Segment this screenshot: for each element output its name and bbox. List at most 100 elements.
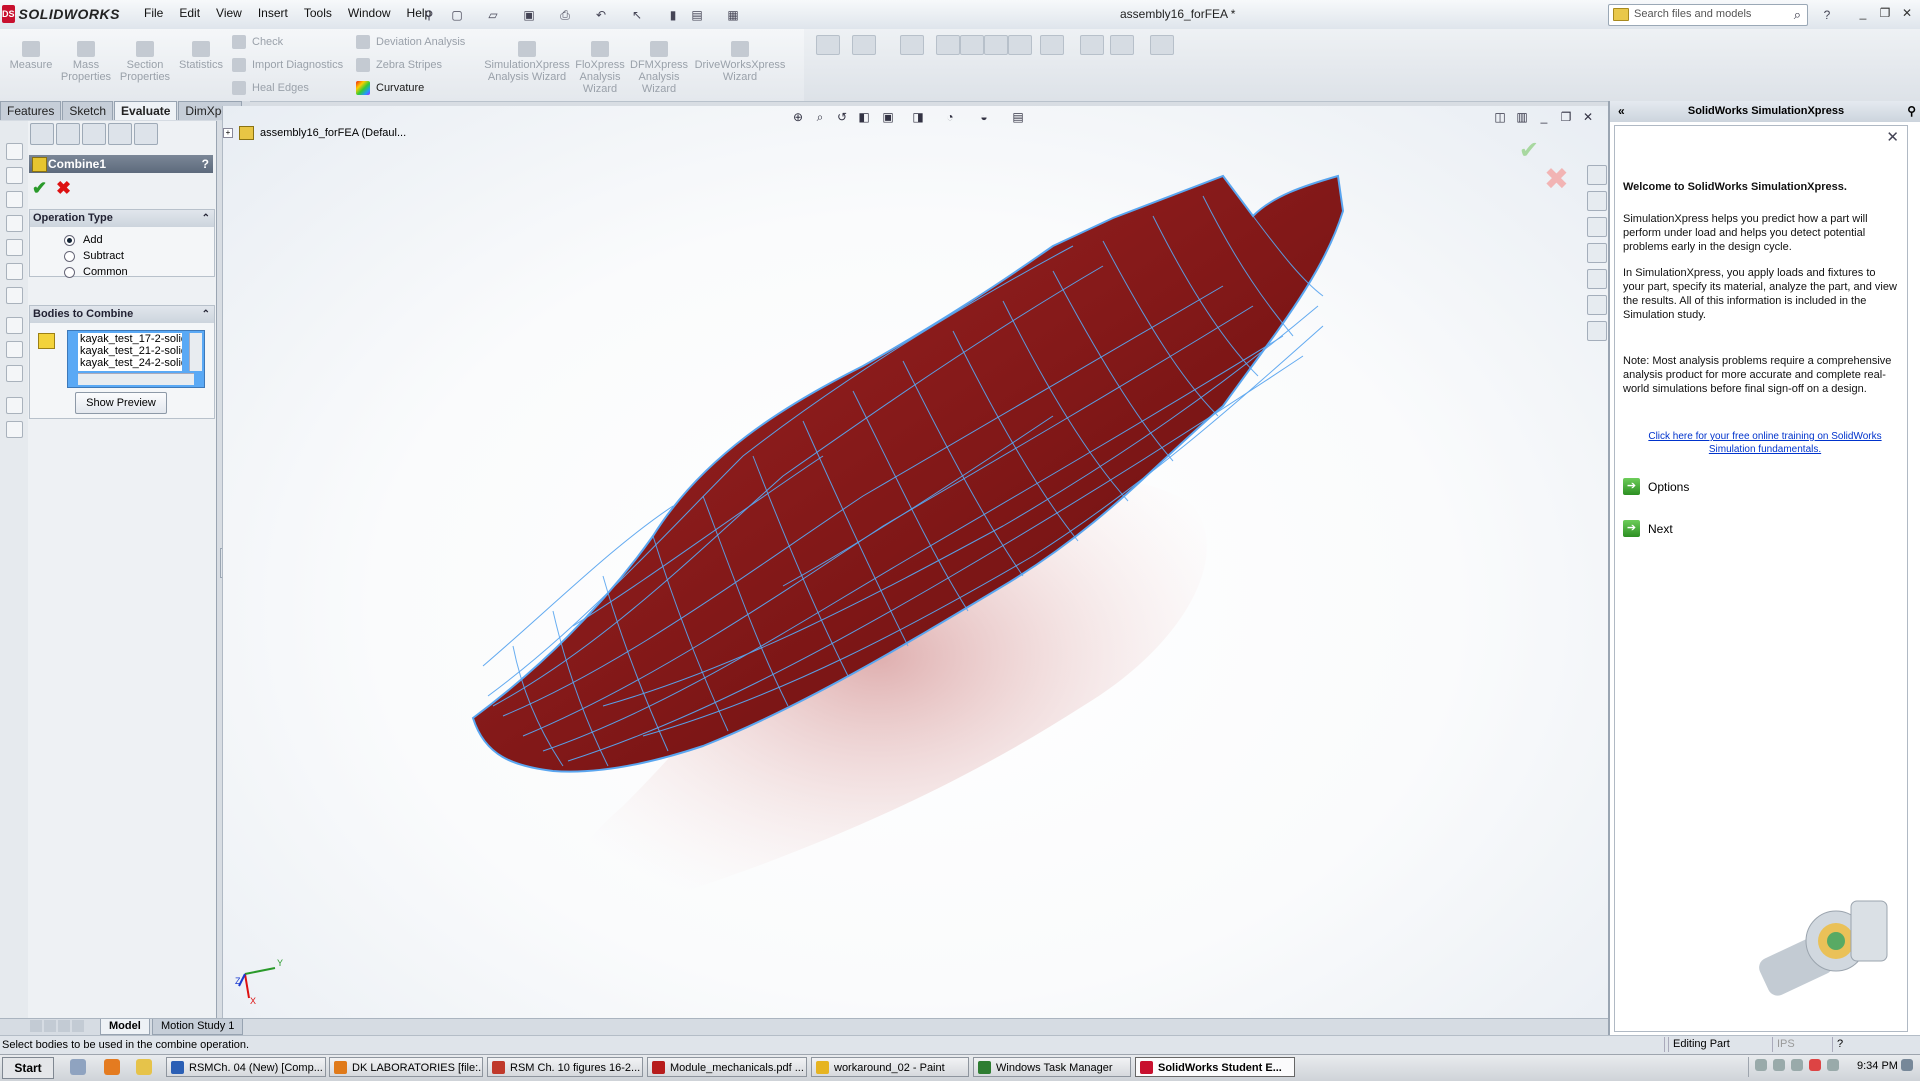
select-icon[interactable]: ↖ [628, 6, 646, 24]
menu-tools[interactable]: Tools [296, 6, 340, 20]
status-help-icon[interactable]: ? [1832, 1037, 1853, 1052]
solidworks-resources-icon[interactable] [1587, 165, 1607, 185]
design-library-icon[interactable] [1587, 191, 1607, 211]
section-properties-button[interactable]: Section Properties [116, 41, 174, 83]
menu-edit[interactable]: Edit [171, 6, 208, 20]
close-icon[interactable]: ✕ [1886, 128, 1899, 146]
display-manager-icon[interactable] [134, 123, 158, 145]
toolbar-axis-icon[interactable] [1080, 35, 1104, 55]
view-iso-icon[interactable] [6, 287, 23, 304]
tray-icon[interactable] [1791, 1059, 1803, 1071]
mass-properties-button[interactable]: Mass Properties [58, 41, 114, 83]
toolbar-layer-icon[interactable] [1008, 35, 1032, 55]
file-properties-icon[interactable]: ▤ [688, 6, 706, 24]
tray-icon[interactable] [1827, 1059, 1839, 1071]
units-indicator[interactable]: IPS [1772, 1037, 1817, 1052]
firefox-icon[interactable] [104, 1059, 120, 1075]
solidworks-logo[interactable]: DS SOLIDWORKS [2, 4, 120, 24]
rebuild-icon[interactable]: ▮ [664, 6, 682, 24]
tray-icon[interactable] [1809, 1059, 1821, 1071]
check-button[interactable]: Check [232, 35, 283, 49]
feature-manager-icon[interactable] [30, 123, 54, 145]
close-button[interactable]: ✕ [1896, 4, 1918, 22]
tab-evaluate[interactable]: Evaluate [114, 101, 178, 120]
layer-tool-icon[interactable] [6, 397, 23, 414]
help-icon[interactable]: ? [202, 155, 209, 173]
first-tab-icon[interactable] [30, 1020, 42, 1032]
ok-button[interactable]: ✔ [32, 179, 47, 197]
options-action[interactable]: ➔ Options [1623, 478, 1689, 495]
toolbar-sketch-icon[interactable] [816, 35, 840, 55]
menu-window[interactable]: Window [340, 6, 399, 20]
view-bottom-icon[interactable] [6, 263, 23, 280]
deviation-analysis-button[interactable]: Deviation Analysis [356, 35, 465, 49]
graphics-area[interactable]: + assembly16_forFEA (Defaul... ⊕ ⌕ ↺ ◧ ▣… [222, 106, 1609, 1018]
radio-common[interactable]: Common [64, 266, 128, 278]
simulationxpress-tab-icon[interactable] [1587, 321, 1607, 341]
taskbar-item[interactable]: RSM Ch. 10 figures 16-2... [487, 1057, 643, 1077]
toolbar-pattern-icon[interactable] [1040, 35, 1064, 55]
taskbar-item[interactable]: workaround_02 - Paint [811, 1057, 969, 1077]
search-icon[interactable]: ⌕ [1794, 7, 1801, 23]
taskbar-item[interactable]: Module_mechanicals.pdf ... [647, 1057, 807, 1077]
kayak-model[interactable] [223, 106, 1609, 1018]
file-explorer-icon[interactable] [1587, 217, 1607, 237]
prev-tab-icon[interactable] [44, 1020, 56, 1032]
view-left-icon[interactable] [6, 191, 23, 208]
minimize-button[interactable]: _ [1852, 4, 1874, 22]
measure-button[interactable]: Measure [8, 41, 54, 71]
new-document-icon[interactable]: ▢ [448, 6, 466, 24]
dimxpert-manager-icon[interactable] [108, 123, 132, 145]
undo-icon[interactable]: ↶ [592, 6, 610, 24]
explorer-icon[interactable] [136, 1059, 152, 1075]
taskbar-item[interactable]: RSMCh. 04 (New) [Comp... [166, 1057, 326, 1077]
tray-icon[interactable] [1755, 1059, 1767, 1071]
custom-properties-icon[interactable] [1587, 295, 1607, 315]
network-icon[interactable] [1901, 1059, 1913, 1071]
appearances-icon[interactable] [1587, 269, 1607, 289]
property-manager-icon[interactable] [56, 123, 80, 145]
toolbar-view-icon[interactable] [936, 35, 960, 55]
cancel-button[interactable]: ✖ [56, 179, 71, 197]
collapse-icon[interactable]: ⌃ [202, 306, 210, 323]
configuration-manager-icon[interactable] [82, 123, 106, 145]
pin-icon[interactable]: ⚲ [1907, 101, 1916, 122]
show-preview-button[interactable]: Show Preview [75, 392, 167, 414]
list-item[interactable]: kayak_test_21-2-solid [78, 345, 182, 357]
toolbar-spline-icon[interactable] [1110, 35, 1134, 55]
dfmxpress-button[interactable]: DFMXpress Analysis Wizard [630, 41, 688, 95]
statistics-button[interactable]: Statistics [176, 41, 226, 71]
taskbar-item[interactable]: Windows Task Manager [973, 1057, 1131, 1077]
toolbar-macro-icon[interactable] [1150, 35, 1174, 55]
menu-insert[interactable]: Insert [250, 6, 296, 20]
tab-features[interactable]: Features [0, 101, 62, 120]
curvature-button[interactable]: Curvature [356, 81, 424, 95]
bodies-to-combine-header[interactable]: Bodies to Combine ⌃ [30, 306, 214, 323]
list-item[interactable]: kayak_test_24-2-solid [78, 357, 182, 369]
print-icon[interactable]: ⎙ [556, 6, 574, 24]
tray-icon[interactable] [1773, 1059, 1785, 1071]
tab-motion-study[interactable]: Motion Study 1 [152, 1019, 244, 1035]
restore-button[interactable]: ❐ [1874, 4, 1896, 22]
show-desktop-icon[interactable] [70, 1059, 86, 1075]
start-button[interactable]: Start [2, 1057, 54, 1079]
clock[interactable]: 9:34 PM [1857, 1060, 1898, 1072]
vertical-scrollbar[interactable] [189, 333, 202, 371]
macro-tool-icon[interactable] [6, 421, 23, 438]
open-icon[interactable]: ▱ [484, 6, 502, 24]
pin-icon[interactable]: ⚲ [420, 6, 438, 24]
toolbar-box-icon[interactable] [960, 35, 984, 55]
zebra-stripes-button[interactable]: Zebra Stripes [356, 58, 442, 72]
menu-file[interactable]: File [136, 6, 171, 20]
heal-edges-button[interactable]: Heal Edges [232, 81, 309, 95]
taskbar-item[interactable]: SolidWorks Student E... [1135, 1057, 1295, 1077]
search-results-icon[interactable] [1587, 243, 1607, 263]
toolbar-shape-icon[interactable] [900, 35, 924, 55]
operation-type-header[interactable]: Operation Type ⌃ [30, 210, 214, 227]
next-action[interactable]: ➔ Next [1623, 520, 1673, 537]
import-diagnostics-button[interactable]: Import Diagnostics [232, 58, 343, 72]
help-icon[interactable]: ? [1818, 6, 1836, 24]
driveworksxpress-button[interactable]: DriveWorksXpress Wizard [692, 41, 788, 83]
toolbar-feature-icon[interactable] [852, 35, 876, 55]
options-icon[interactable]: ▦ [724, 6, 742, 24]
